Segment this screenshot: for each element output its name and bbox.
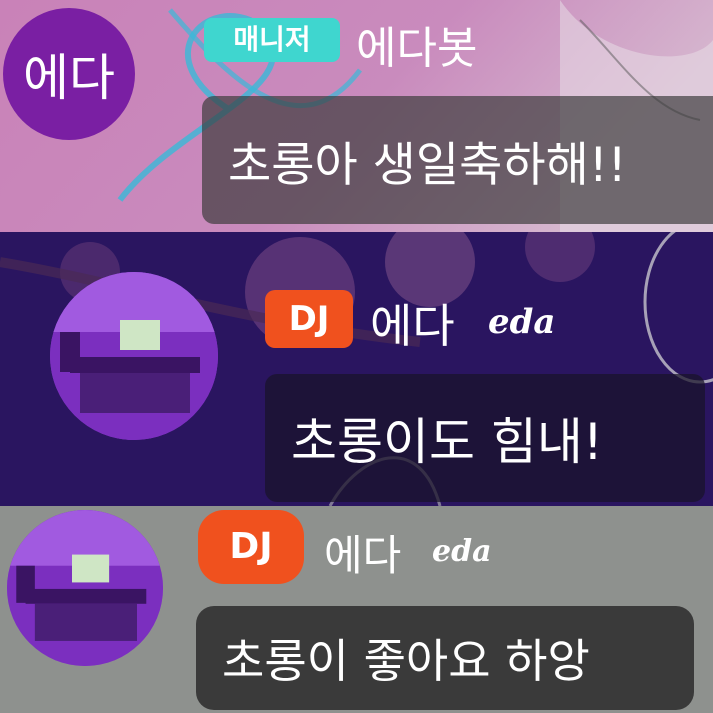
- dj-avatar[interactable]: [7, 510, 163, 666]
- chat-message-2: DJ 에다 eda 초롱이도 힘내!: [0, 232, 713, 506]
- dj-badge: DJ: [265, 290, 353, 348]
- chat-message-3: DJ 에다 eda 초롱이 좋아요 하앙: [0, 506, 713, 713]
- bot-avatar[interactable]: 에다: [3, 8, 135, 140]
- message-text: 초롱아 생일축하해!!: [228, 137, 627, 193]
- sender-name[interactable]: 에다봇: [356, 12, 477, 76]
- manager-badge: 매니저: [204, 18, 340, 62]
- studio-photo-icon: [50, 272, 218, 440]
- chat-message-1: 에다 매니저 에다봇 초롱아 생일축하해!!: [0, 0, 713, 232]
- dj-badge: DJ: [198, 510, 304, 584]
- name-suffix: eda: [432, 534, 492, 569]
- message-bubble: 초롱이 좋아요 하앙: [196, 606, 694, 710]
- message-text: 초롱이도 힘내!: [291, 413, 603, 471]
- dj-avatar[interactable]: [50, 272, 218, 440]
- name-suffix: eda: [488, 302, 556, 342]
- sender-name[interactable]: 에다: [370, 290, 455, 356]
- message-bubble: 초롱아 생일축하해!!: [202, 96, 713, 224]
- message-bubble: 초롱이도 힘내!: [265, 374, 705, 502]
- sender-name[interactable]: 에다: [324, 522, 401, 583]
- studio-photo-icon: [7, 510, 163, 666]
- avatar-text: 에다: [23, 49, 115, 107]
- message-text: 초롱이 좋아요 하앙: [222, 634, 590, 688]
